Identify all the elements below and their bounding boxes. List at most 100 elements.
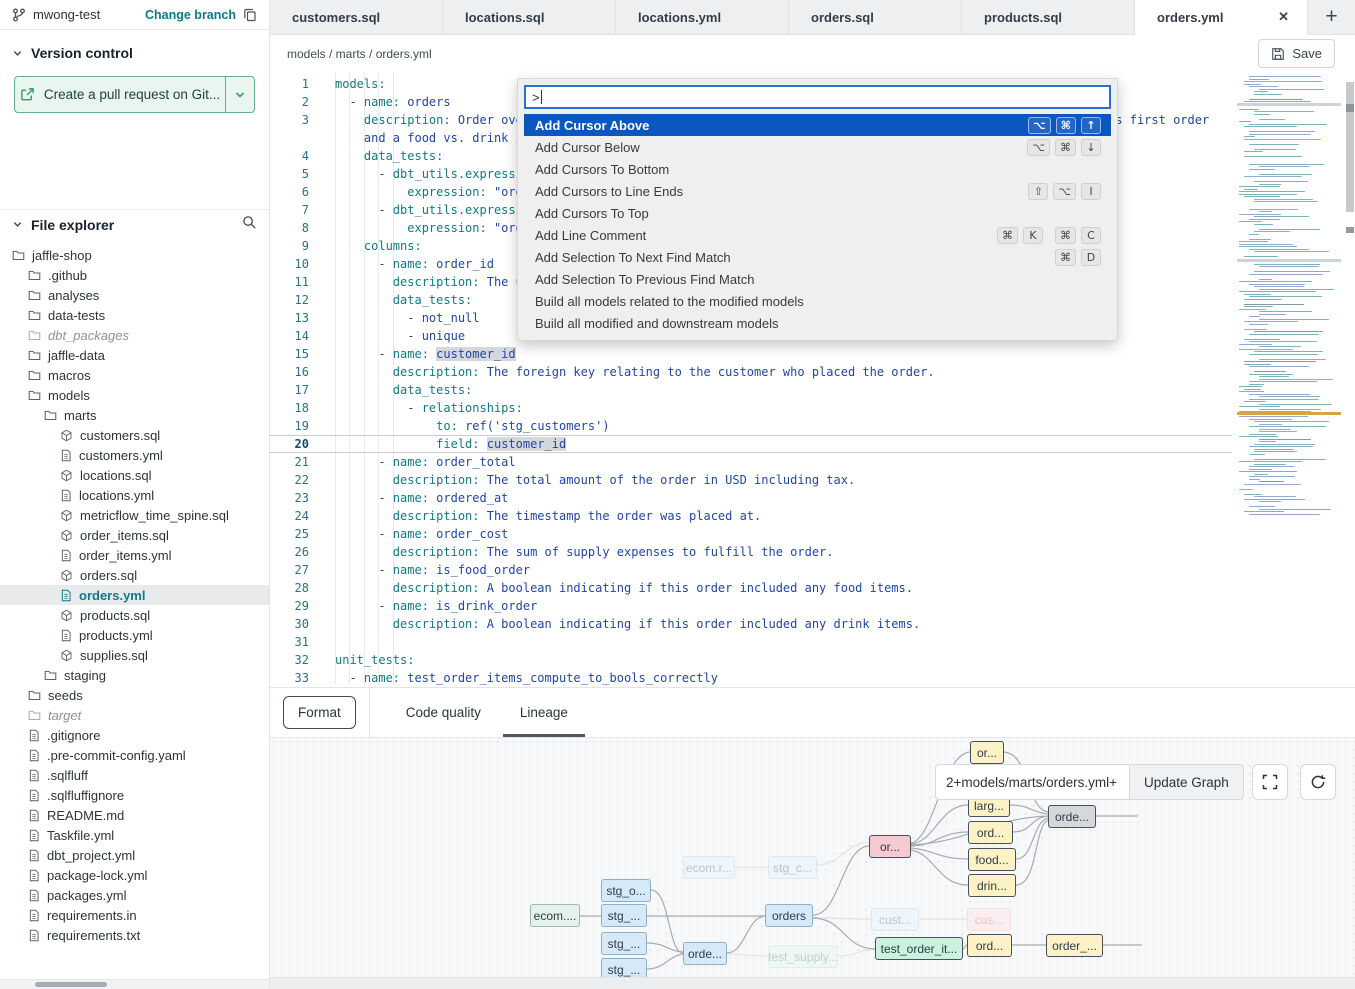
tree-item-data-tests[interactable]: data-tests [0, 305, 269, 325]
tab-customers-sql[interactable]: customers.sql [270, 0, 443, 34]
command-palette-input[interactable]: > [524, 85, 1111, 109]
lineage-selector-input[interactable]: 2+models/marts/orders.yml+ [935, 764, 1129, 800]
tree-item-metricflow-time-spine-sql[interactable]: metricflow_time_spine.sql [0, 505, 269, 525]
copy-icon[interactable] [243, 8, 257, 22]
palette-item-add-cursors-to-line-ends[interactable]: Add Cursors to Line Ends⇧⌥I [524, 180, 1111, 202]
tab-locations-sql[interactable]: locations.sql [443, 0, 616, 34]
tree-item-orders-yml[interactable]: orders.yml [0, 585, 269, 605]
tree-item-locations-sql[interactable]: locations.sql [0, 465, 269, 485]
lineage-node-orders[interactable]: orders [765, 904, 813, 927]
lineage-node-cust-[interactable]: cust... [871, 908, 919, 931]
tree-item-customers-sql[interactable]: customers.sql [0, 425, 269, 445]
tab-locations-yml[interactable]: locations.yml [616, 0, 789, 34]
code-line-30[interactable]: 30 description: A boolean indicating if … [270, 615, 1232, 633]
tree-item-order-items-sql[interactable]: order_items.sql [0, 525, 269, 545]
palette-item-add-cursors-to-top[interactable]: Add Cursors To Top [524, 202, 1111, 224]
tree-item-target[interactable]: target [0, 705, 269, 725]
format-button[interactable]: Format [283, 696, 356, 729]
lineage-node-test-order-it-[interactable]: test_order_it... [875, 937, 963, 960]
code-line-32[interactable]: 32unit_tests: [270, 651, 1232, 669]
tree-item-analyses[interactable]: analyses [0, 285, 269, 305]
tree-item-marts[interactable]: marts [0, 405, 269, 425]
code-line-33[interactable]: 33 - name: test_order_items_compute_to_b… [270, 669, 1232, 687]
lineage-node-orde-[interactable]: orde... [1048, 805, 1096, 828]
code-line-25[interactable]: 25 - name: order_cost [270, 525, 1232, 543]
tab-orders-sql[interactable]: orders.sql [789, 0, 962, 34]
palette-item-add-line-comment[interactable]: Add Line Comment⌘K⌘C [524, 224, 1111, 246]
fullscreen-button[interactable] [1252, 764, 1288, 800]
tree-item-dbt-project-yml[interactable]: dbt_project.yml [0, 845, 269, 865]
tab-code-quality[interactable]: Code quality [403, 688, 484, 737]
tree-item--sqlfluff[interactable]: .sqlfluff [0, 765, 269, 785]
tree-item-requirements-in[interactable]: requirements.in [0, 905, 269, 925]
tree-item-customers-yml[interactable]: customers.yml [0, 445, 269, 465]
tree-item--gitignore[interactable]: .gitignore [0, 725, 269, 745]
tree-item-requirements-txt[interactable]: requirements.txt [0, 925, 269, 945]
tab-products-sql[interactable]: products.sql [962, 0, 1135, 34]
tree-item--pre-commit-config-yaml[interactable]: .pre-commit-config.yaml [0, 745, 269, 765]
lineage-node-stg-c-[interactable]: stg_c... [768, 856, 817, 879]
code-line-23[interactable]: 23 - name: ordered_at [270, 489, 1232, 507]
code-line-16[interactable]: 16 description: The foreign key relating… [270, 363, 1232, 381]
lineage-node-stg-[interactable]: stg_... [601, 932, 647, 955]
search-icon[interactable] [242, 215, 257, 235]
scrollbar-thumb[interactable] [1346, 82, 1354, 212]
palette-item-add-selection-to-next-find-match[interactable]: Add Selection To Next Find Match⌘D [524, 246, 1111, 268]
code-line-20[interactable]: 20 field: customer_id [270, 435, 1232, 453]
version-control-header[interactable]: Version control [0, 38, 269, 68]
refresh-button[interactable] [1300, 764, 1336, 800]
palette-item-add-selection-to-previous-find-match[interactable]: Add Selection To Previous Find Match [524, 268, 1111, 290]
palette-item-add-cursor-below[interactable]: Add Cursor Below⌥⌘↓ [524, 136, 1111, 158]
tree-item-orders-sql[interactable]: orders.sql [0, 565, 269, 585]
tree-item-package-lock-yml[interactable]: package-lock.yml [0, 865, 269, 885]
code-line-15[interactable]: 15 - name: customer_id [270, 345, 1232, 363]
lineage-canvas[interactable]: ecom....stg_o...stg_...stg_...stg_...ord… [270, 737, 1355, 989]
tree-item-dbt-packages[interactable]: dbt_packages [0, 325, 269, 345]
lineage-node-or-[interactable]: or... [970, 741, 1004, 764]
tree-item-readme-md[interactable]: README.md [0, 805, 269, 825]
code-line-17[interactable]: 17 data_tests: [270, 381, 1232, 399]
code-line-21[interactable]: 21 - name: order_total [270, 453, 1232, 471]
lineage-node-ecom-[interactable]: ecom.... [530, 904, 580, 927]
tree-item-staging[interactable]: staging [0, 665, 269, 685]
palette-item-add-cursor-above[interactable]: Add Cursor Above⌥⌘↑ [524, 114, 1111, 136]
tree-item-jaffle-data[interactable]: jaffle-data [0, 345, 269, 365]
close-icon[interactable]: ✕ [1274, 7, 1293, 27]
lineage-node-or-[interactable]: or... [869, 835, 911, 858]
lineage-node-orde-[interactable]: orde... [683, 942, 727, 965]
tree-item-locations-yml[interactable]: locations.yml [0, 485, 269, 505]
minimap[interactable] [1237, 74, 1341, 534]
tree-item--github[interactable]: .github [0, 265, 269, 285]
lineage-node-food-[interactable]: food... [968, 848, 1016, 871]
lineage-node-stg-o-[interactable]: stg_o... [601, 879, 651, 902]
lineage-node-ecom-r-[interactable]: ecom.r... [683, 856, 735, 879]
tree-item-order-items-yml[interactable]: order_items.yml [0, 545, 269, 565]
save-button[interactable]: Save [1258, 39, 1335, 68]
change-branch-link[interactable]: Change branch [145, 8, 236, 22]
code-line-24[interactable]: 24 description: The timestamp the order … [270, 507, 1232, 525]
tree-item-supplies-sql[interactable]: supplies.sql [0, 645, 269, 665]
tree-item-products-yml[interactable]: products.yml [0, 625, 269, 645]
tab-lineage[interactable]: Lineage [517, 688, 571, 737]
sidebar-horizontal-scrollbar[interactable] [0, 979, 269, 989]
code-line-18[interactable]: 18 - relationships: [270, 399, 1232, 417]
code-line-31[interactable]: 31 [270, 633, 1232, 651]
code-line-29[interactable]: 29 - name: is_drink_order [270, 597, 1232, 615]
tree-item-models[interactable]: models [0, 385, 269, 405]
file-explorer-header[interactable]: File explorer [0, 209, 269, 239]
tree-item--sqlfluffignore[interactable]: .sqlfluffignore [0, 785, 269, 805]
editor-scrollbar[interactable] [1345, 72, 1355, 684]
tree-item-macros[interactable]: macros [0, 365, 269, 385]
lineage-node-order-[interactable]: order_... [1046, 934, 1103, 957]
lineage-node-ord-[interactable]: ord... [967, 934, 1012, 957]
lineage-node-ord-[interactable]: ord... [968, 821, 1013, 844]
palette-item-build-all-models-related-to-the-modified-models[interactable]: Build all models related to the modified… [524, 290, 1111, 312]
tree-item-jaffle-shop[interactable]: jaffle-shop [0, 245, 269, 265]
scrollbar-thumb[interactable] [35, 982, 107, 987]
new-tab-button[interactable]: + [1311, 5, 1351, 29]
code-line-22[interactable]: 22 description: The total amount of the … [270, 471, 1232, 489]
tree-item-packages-yml[interactable]: packages.yml [0, 885, 269, 905]
create-pr-button[interactable]: Create a pull request on Git... [14, 76, 255, 113]
tab-orders-yml[interactable]: orders.yml✕ [1135, 0, 1308, 35]
lineage-node-test-supply-[interactable]: test_supply... [768, 945, 838, 968]
